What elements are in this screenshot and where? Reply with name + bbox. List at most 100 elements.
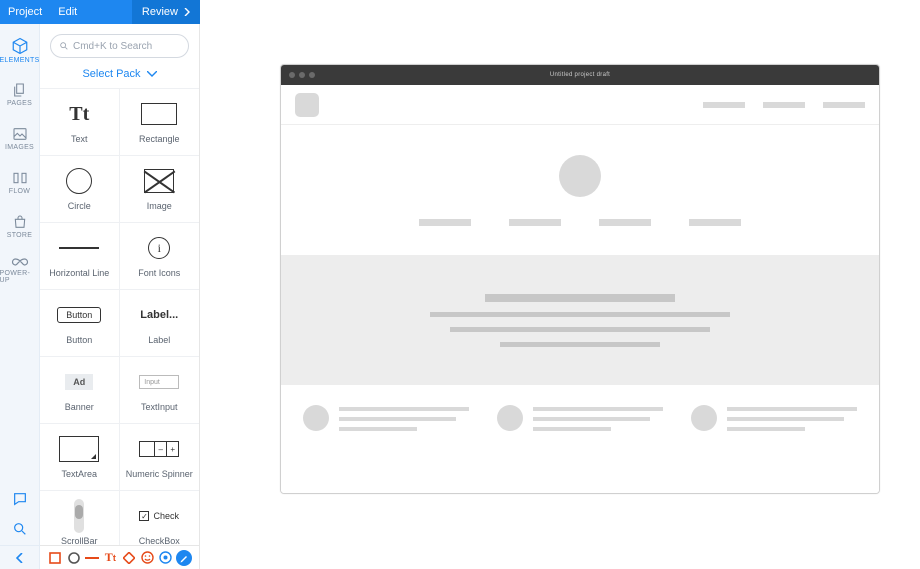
banner-glyph-icon: Ad xyxy=(65,374,93,390)
wireframe-avatar-placeholder xyxy=(559,155,601,197)
circle-outline-icon xyxy=(68,552,80,564)
target-icon xyxy=(159,551,172,564)
rail-elements[interactable]: ELEMENTS xyxy=(0,28,40,72)
elements-grid: Tt Text Rectangle Circle Image Horizonta… xyxy=(40,88,199,545)
tool-target[interactable] xyxy=(157,550,173,566)
pen-icon xyxy=(176,550,192,566)
element-textinput[interactable]: Input TextInput xyxy=(120,357,200,423)
zoom-icon-button[interactable] xyxy=(10,519,30,539)
wireframe-card-avatar xyxy=(497,405,523,431)
rail-store[interactable]: STORE xyxy=(0,204,40,248)
element-numspinner-label: Numeric Spinner xyxy=(126,469,193,479)
wireframe-text-placeholder xyxy=(509,219,561,226)
rail-powerup[interactable]: POWER-UP xyxy=(0,248,40,292)
wireframe-text-placeholder xyxy=(689,219,741,226)
smile-icon xyxy=(141,551,154,564)
rail-flow[interactable]: FLOW xyxy=(0,160,40,204)
wireframe-category-row xyxy=(419,219,741,226)
search-input[interactable]: Cmd+K to Search xyxy=(50,34,189,58)
tool-circle[interactable] xyxy=(66,550,82,566)
menu-edit[interactable]: Edit xyxy=(50,6,85,18)
chat-icon-button[interactable] xyxy=(10,489,30,509)
rail-store-label: STORE xyxy=(7,232,33,239)
element-banner[interactable]: Ad Banner xyxy=(40,357,120,423)
element-image[interactable]: Image xyxy=(120,156,200,222)
element-rectangle[interactable]: Rectangle xyxy=(120,89,200,155)
chevron-right-icon xyxy=(184,8,190,16)
rail-images[interactable]: IMAGES xyxy=(0,116,40,160)
diamond-icon xyxy=(123,552,135,564)
artboard-titlebar: Untitled project draft xyxy=(281,65,879,85)
tool-pen[interactable] xyxy=(176,550,192,566)
element-scrollbar-label: ScrollBar xyxy=(61,536,98,545)
review-button[interactable]: Review xyxy=(132,0,200,24)
wireframe-line-placeholder xyxy=(430,312,730,317)
flow-icon xyxy=(12,170,28,186)
chevron-down-icon xyxy=(147,71,157,77)
wireframe-card xyxy=(691,405,857,473)
element-image-label: Image xyxy=(147,201,172,211)
line-icon xyxy=(85,555,99,561)
select-pack-label: Select Pack xyxy=(82,68,140,80)
element-label-label: Label xyxy=(148,335,170,345)
scrollbar-glyph-icon xyxy=(74,499,84,533)
element-rectangle-label: Rectangle xyxy=(139,134,180,144)
rail-elements-label: ELEMENTS xyxy=(0,57,40,64)
rail-pages-label: PAGES xyxy=(7,100,32,107)
element-circle[interactable]: Circle xyxy=(40,156,120,222)
artboard[interactable]: Untitled project draft xyxy=(280,64,880,494)
element-button-label: Button xyxy=(66,335,92,345)
tool-diamond[interactable] xyxy=(121,550,137,566)
element-font-icons[interactable]: i Font Icons xyxy=(120,223,200,289)
tool-square[interactable] xyxy=(47,550,63,566)
chat-icon xyxy=(12,491,28,507)
wireframe-navlink-placeholder xyxy=(763,102,805,108)
search-placeholder: Cmd+K to Search xyxy=(73,41,152,52)
element-horizontal-line[interactable]: Horizontal Line xyxy=(40,223,120,289)
chevron-left-icon xyxy=(16,553,24,563)
elements-panel: Cmd+K to Search Select Pack Tt Text Rect… xyxy=(40,24,200,545)
element-checkbox[interactable]: ✓Check CheckBox xyxy=(120,491,200,545)
textinput-glyph-icon: Input xyxy=(139,375,179,389)
text-glyph-icon: Tt xyxy=(59,100,99,128)
wireframe-navlink-placeholder xyxy=(703,102,745,108)
artboard-title-caption: Untitled project draft xyxy=(550,72,610,78)
wireframe-text-placeholder xyxy=(419,219,471,226)
infinity-icon xyxy=(11,256,29,268)
rail-pages[interactable]: PAGES xyxy=(0,72,40,116)
element-text[interactable]: Tt Text xyxy=(40,89,120,155)
select-pack-dropdown[interactable]: Select Pack xyxy=(40,64,199,88)
bag-icon xyxy=(12,214,28,230)
wireframe-banner xyxy=(281,255,879,385)
rectangle-glyph-icon xyxy=(141,103,177,125)
rail-powerup-label: POWER-UP xyxy=(0,270,40,284)
element-hline-label: Horizontal Line xyxy=(49,268,109,278)
element-label[interactable]: Label... Label xyxy=(120,290,200,356)
image-glyph-icon xyxy=(144,169,174,193)
magnifier-icon xyxy=(12,521,28,537)
circle-glyph-icon xyxy=(66,168,92,194)
element-scrollbar[interactable]: ScrollBar xyxy=(40,491,120,545)
window-traffic-lights-icon xyxy=(289,72,315,78)
element-text-label: Text xyxy=(71,134,88,144)
element-fonticons-label: Font Icons xyxy=(138,268,180,278)
element-textarea-label: TextArea xyxy=(61,469,97,479)
collapse-rail-button[interactable] xyxy=(0,545,40,569)
element-numeric-spinner[interactable]: –+ Numeric Spinner xyxy=(120,424,200,490)
tool-line[interactable] xyxy=(84,550,100,566)
label-glyph-icon: Label... xyxy=(140,309,178,321)
tool-text[interactable]: Tt xyxy=(102,550,118,566)
wireframe-card-avatar xyxy=(303,405,329,431)
menu-project[interactable]: Project xyxy=(0,6,50,18)
element-textinput-label: TextInput xyxy=(141,402,178,412)
wireframe-heading-placeholder xyxy=(485,294,675,302)
shape-toolstrip: Tt xyxy=(40,545,200,569)
canvas[interactable]: Untitled project draft xyxy=(200,0,920,569)
wireframe-card xyxy=(303,405,469,473)
numspinner-glyph-icon: –+ xyxy=(139,441,179,457)
element-textarea[interactable]: TextArea xyxy=(40,424,120,490)
cube-icon xyxy=(11,37,29,55)
wireframe-line-placeholder xyxy=(500,342,660,347)
element-button[interactable]: Button Button xyxy=(40,290,120,356)
tool-emoji[interactable] xyxy=(139,550,155,566)
